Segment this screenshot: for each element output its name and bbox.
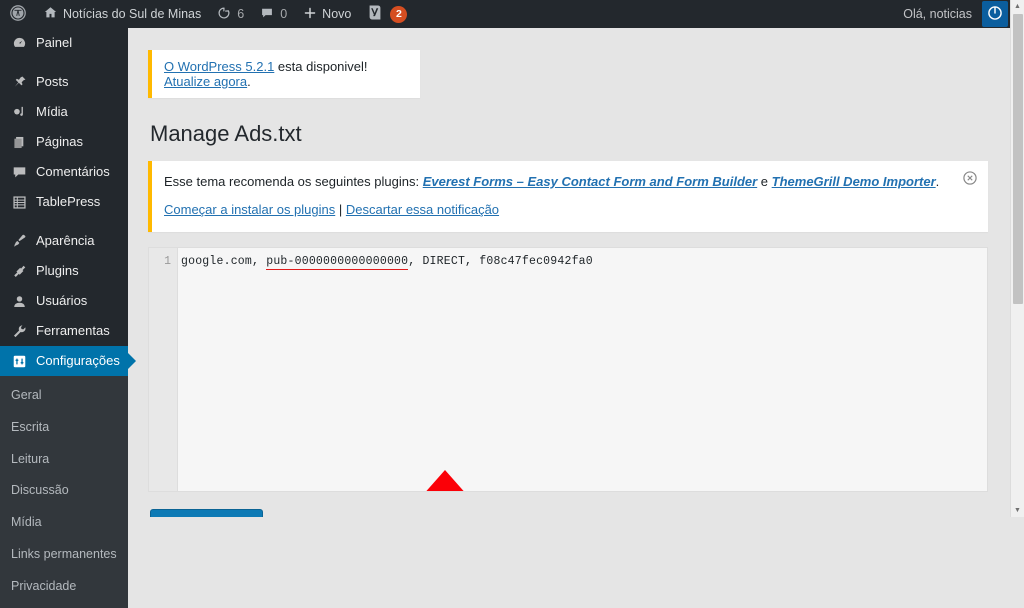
sidebar-item-label: Aparência — [36, 233, 95, 248]
theme-notice-links: Começar a instalar os plugins | Descarta… — [164, 200, 976, 220]
code-suffix: , DIRECT, f08c47fec0942fa0 — [408, 254, 593, 268]
scroll-up-arrow-icon[interactable]: ▲ — [1011, 0, 1024, 13]
theme-notice-text: Esse tema recomenda os seguintes plugins… — [164, 172, 976, 192]
new-content-button[interactable]: Novo — [295, 0, 359, 28]
dashboard-icon — [9, 33, 29, 53]
media-icon — [9, 102, 29, 122]
updates-icon — [217, 6, 231, 23]
editor-code-line-1[interactable]: google.com, pub-0000000000000000, DIRECT… — [181, 254, 593, 270]
update-notice: O WordPress 5.2.1 esta disponivel! Atual… — [148, 50, 420, 98]
sidebar-item-paginas[interactable]: Páginas — [0, 127, 128, 157]
wordpress-logo-button[interactable] — [0, 0, 35, 28]
sidebar-item-aparencia[interactable]: Aparência — [0, 226, 128, 256]
new-content-label: Novo — [322, 7, 352, 21]
theme-notice-lead: Esse tema recomenda os seguintes plugins… — [164, 173, 423, 189]
sidebar-subitem-geral[interactable]: Geral — [0, 380, 128, 412]
wrench-icon — [9, 321, 29, 341]
sidebar-item-label: Configurações — [36, 353, 120, 368]
sidebar-item-label: Posts — [36, 74, 69, 89]
theme-notice-conjunction: e — [757, 173, 772, 189]
settings-sliders-icon — [9, 351, 29, 371]
table-icon — [9, 192, 29, 212]
ads-txt-code-editor[interactable]: 1 google.com, pub-0000000000000000, DIRE… — [148, 246, 988, 492]
sidebar-item-tablepress[interactable]: TablePress — [0, 187, 128, 217]
site-name-button[interactable]: Notícias do Sul de Minas — [35, 0, 209, 28]
admin-bar: Notícias do Sul de Minas 6 0 Novo 2 Olá,… — [0, 0, 1010, 28]
updates-button[interactable]: 6 — [209, 0, 252, 28]
line-number: 1 — [164, 254, 171, 268]
sidebar-subitem-discussao[interactable]: Discussão — [0, 475, 128, 507]
yoast-seo-button[interactable]: 2 — [359, 0, 415, 28]
sidebar-item-label: Páginas — [36, 134, 83, 149]
theme-notice-tail: . — [935, 173, 940, 189]
sidebar-item-painel[interactable]: Painel — [0, 28, 128, 58]
sidebar-item-label: TablePress — [36, 194, 101, 209]
sidebar-item-plugins[interactable]: Plugins — [0, 256, 128, 286]
updates-count: 6 — [237, 7, 245, 21]
wordpress-logo-icon — [10, 4, 26, 24]
code-prefix: google.com, — [181, 254, 267, 268]
sidebar-item-comentarios[interactable]: Comentários — [0, 157, 128, 187]
plug-icon — [9, 261, 29, 281]
yoast-notification-count: 2 — [390, 5, 408, 23]
comments-count: 0 — [280, 7, 288, 21]
update-notice-text: esta disponivel! — [274, 59, 368, 74]
code-publisher-id: pub-0000000000000000 — [266, 254, 409, 270]
scroll-down-arrow-icon[interactable]: ▼ — [1011, 504, 1024, 517]
page-title: Manage Ads.txt — [150, 121, 302, 146]
scrollbar-thumb[interactable] — [1013, 14, 1023, 304]
yoast-seo-icon — [367, 4, 383, 24]
user-avatar-icon — [987, 5, 1003, 24]
sidebar-item-midia[interactable]: Mídia — [0, 97, 128, 127]
update-now-link[interactable]: Atualize agora — [164, 74, 247, 89]
sidebar-subitem-midia[interactable]: Mídia — [0, 507, 128, 539]
sidebar-subitem-leitura[interactable]: Leitura — [0, 444, 128, 476]
home-icon — [43, 5, 58, 23]
user-icon — [9, 291, 29, 311]
sidebar-item-ferramentas[interactable]: Ferramentas — [0, 316, 128, 346]
sidebar-subitem-escrita[interactable]: Escrita — [0, 412, 128, 444]
admin-sidebar: Painel Posts Mídia Páginas Comentários T… — [0, 28, 136, 608]
sidebar-item-label: Painel — [36, 35, 73, 50]
sidebar-item-label: Comentários — [36, 164, 110, 179]
sidebar-subitem-privacidade[interactable]: Privacidade — [0, 571, 128, 603]
sidebar-item-label: Usuários — [36, 293, 88, 308]
editor-line-number-gutter: 1 — [149, 247, 178, 491]
sidebar-item-configuracoes[interactable]: Configurações — [0, 346, 136, 376]
close-circle-icon[interactable] — [962, 170, 978, 186]
comment-bubble-icon — [260, 6, 274, 23]
plugin-link-themegrill-demo-importer[interactable]: ThemeGrill Demo Importer — [772, 174, 936, 189]
sidebar-item-label: Plugins — [36, 263, 79, 278]
theme-recommendation-notice: Esse tema recomenda os seguintes plugins… — [148, 160, 988, 232]
plus-icon — [303, 6, 317, 23]
pin-icon — [9, 72, 29, 92]
paintbrush-icon — [9, 231, 29, 251]
update-notice-tail: . — [247, 74, 251, 89]
sidebar-submenu-configuracoes: Geral Escrita Leitura Discussão Mídia Li… — [0, 376, 128, 608]
dismiss-notification-link[interactable]: Descartar essa notificação — [346, 202, 499, 217]
save-changes-button[interactable]: Save Changes — [150, 508, 264, 517]
sidebar-item-label: Mídia — [36, 104, 68, 119]
up-arrow-annotation-icon — [421, 469, 469, 491]
user-avatar[interactable] — [982, 1, 1008, 27]
sidebar-subitem-links-permanentes[interactable]: Links permanentes — [0, 539, 128, 571]
site-name-label: Notícias do Sul de Minas — [63, 7, 202, 21]
sidebar-separator — [0, 58, 128, 67]
comment-bubble-icon — [9, 162, 29, 182]
howdy-label[interactable]: Olá, noticias — [903, 7, 982, 21]
sidebar-item-usuarios[interactable]: Usuários — [0, 286, 128, 316]
content-wrap: O WordPress 5.2.1 esta disponivel! Atual… — [128, 28, 1010, 517]
sidebar-separator — [0, 217, 128, 226]
plugin-link-everest-forms[interactable]: Everest Forms – Easy Contact Form and Fo… — [423, 174, 757, 189]
sidebar-item-posts[interactable]: Posts — [0, 67, 128, 97]
link-separator: | — [335, 202, 346, 218]
install-plugins-link[interactable]: Começar a instalar os plugins — [164, 202, 335, 217]
update-version-link[interactable]: O WordPress 5.2.1 — [164, 59, 274, 74]
sidebar-item-label: Ferramentas — [36, 323, 110, 338]
vertical-scrollbar[interactable]: ▲ ▼ — [1010, 0, 1024, 517]
content-area: O WordPress 5.2.1 esta disponivel! Atual… — [128, 28, 1010, 517]
pages-icon — [9, 132, 29, 152]
comments-button[interactable]: 0 — [252, 0, 295, 28]
